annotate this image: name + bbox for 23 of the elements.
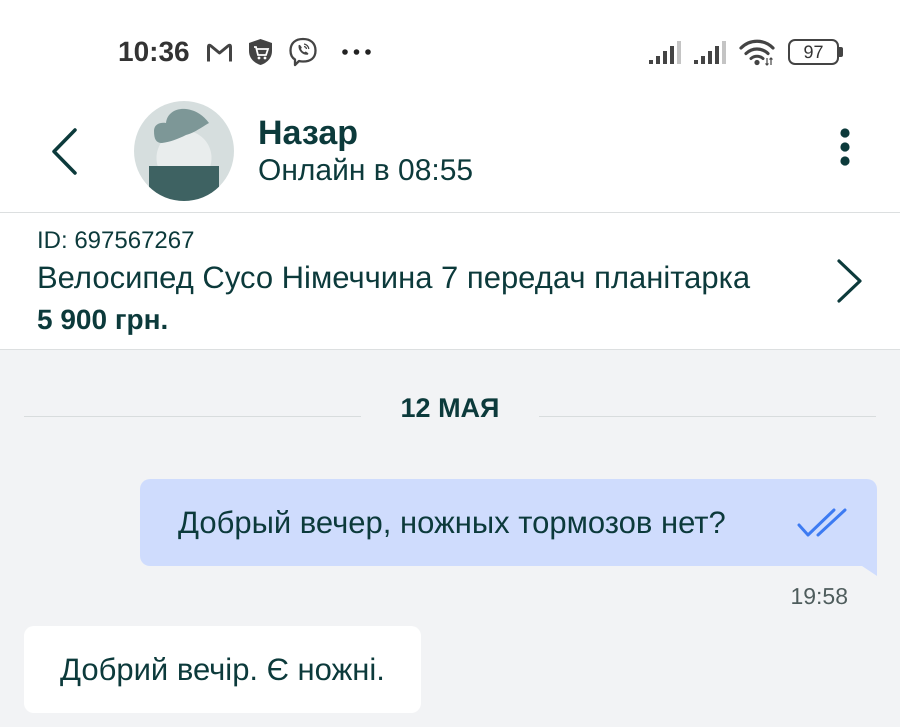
avatar-icon [134, 101, 234, 201]
chevron-right-icon[interactable] [837, 259, 862, 303]
battery-percentage: 97 [803, 42, 824, 62]
phone-chat-icon [288, 37, 318, 67]
signal-icon [694, 40, 726, 64]
shield-icon [246, 38, 274, 66]
listing-id: ID: 697567267 [37, 226, 196, 254]
signal-icon [649, 40, 681, 64]
more-options-icon[interactable] [840, 128, 850, 166]
back-icon[interactable] [51, 128, 77, 174]
message-time: 19:58 [790, 583, 848, 609]
mail-icon [206, 42, 233, 62]
date-separator: 12 МАЯ [400, 392, 500, 424]
online-status: Онлайн в 08:55 [258, 154, 474, 188]
message-text: Добрый вечер, ножных тормозов нет? [178, 504, 727, 540]
message-text: Добрий вечір. Є ножні. [60, 652, 385, 688]
listing-title: Велосипед Сусо Німеччина 7 передач планітарка [37, 260, 752, 296]
status-time: 10:36 [118, 36, 190, 68]
contact-name: Назар [258, 114, 360, 152]
more-icon [342, 49, 371, 55]
wifi-icon [739, 38, 775, 66]
listing-price: 5 900 грн. [37, 304, 170, 336]
listing-card[interactable]: ID: 697567267 Велосипед Сусо Німеччина 7 передач планітарка 5 900 грн. [0, 213, 900, 350]
